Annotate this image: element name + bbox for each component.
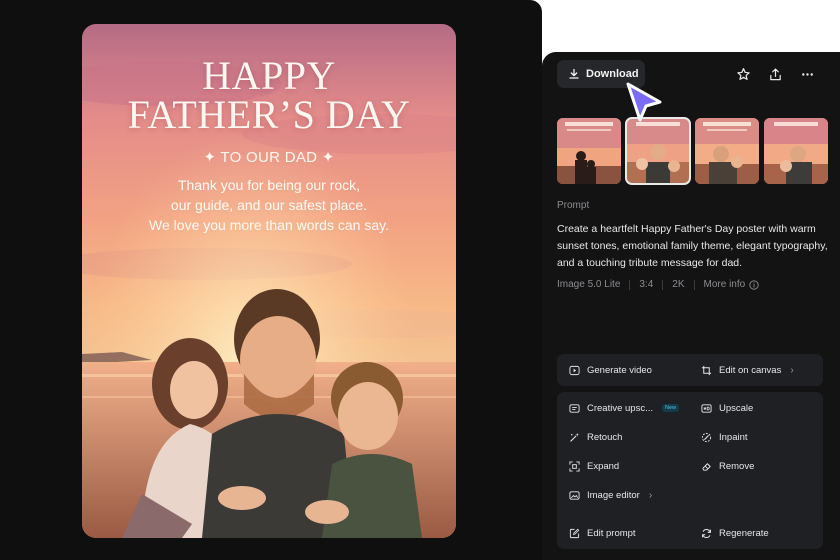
upscale-button[interactable]: Upscale <box>701 398 753 418</box>
more-icon <box>801 72 813 76</box>
poster-message: Thank you for being our rock, our guide,… <box>122 175 416 235</box>
expand-label: Expand <box>587 460 620 472</box>
upscale-label: Upscale <box>719 402 754 414</box>
edit-icon <box>569 528 580 538</box>
regenerate-button[interactable]: Regenerate <box>701 523 769 543</box>
magic-wand-icon <box>570 432 580 442</box>
expand-button[interactable]: Expand <box>569 456 619 476</box>
thumbnail-strip <box>557 117 828 185</box>
creative-upscale-label: Creative upsc... <box>587 402 653 414</box>
aspect-ratio: 3:4 <box>639 279 654 290</box>
poster-subtitle: ✦ TO OUR DAD ✦ <box>203 149 335 166</box>
thumbnail-3[interactable] <box>695 118 759 184</box>
thumbnail-image <box>764 118 828 184</box>
share-icon <box>769 67 781 80</box>
video-canvas-group: Generate video Edit on canvas › <box>557 354 823 386</box>
generate-video-label: Generate video <box>587 364 652 376</box>
retouch-label: Retouch <box>587 431 623 443</box>
chevron-right-icon: › <box>648 489 653 501</box>
poster-title-line1: HAPPY <box>202 53 336 98</box>
edit-prompt-button[interactable]: Edit prompt <box>569 523 636 543</box>
pointer-cursor-icon <box>626 82 662 122</box>
favorite-button[interactable] <box>733 64 753 84</box>
poster-message-line: our guide, and our safest place. <box>170 197 368 213</box>
hd-icon <box>701 403 712 413</box>
poster-preview[interactable]: HAPPY FATHER’S DAY ✦ TO OUR DAD ✦ Thank … <box>82 24 456 538</box>
more-info-link[interactable]: More info <box>704 279 760 290</box>
inpaint-button[interactable]: Inpaint <box>701 427 748 447</box>
meta-divider <box>629 279 631 290</box>
meta-divider <box>693 279 695 290</box>
prompt-text: Create a heartfelt Happy Father's Day po… <box>557 223 828 269</box>
play-icon <box>569 365 580 375</box>
prompt-actions-group: Edit prompt Regenerate <box>557 517 823 549</box>
retouch-button[interactable]: Retouch <box>569 427 622 447</box>
model-name: Image 5.0 Lite <box>557 279 621 290</box>
poster-message-line: Thank you for being our rock, <box>177 177 361 193</box>
expand-icon <box>569 460 580 472</box>
edit-on-canvas-label: Edit on canvas <box>719 364 782 376</box>
image-editor-label: Image editor <box>587 489 640 501</box>
chevron-right-icon: › <box>790 364 794 376</box>
crop-icon <box>701 365 712 375</box>
new-badge: New <box>662 404 680 412</box>
remove-label: Remove <box>719 460 755 472</box>
inpaint-label: Inpaint <box>719 431 748 443</box>
creative-upscale-button[interactable]: Creative upsc... New <box>569 398 680 418</box>
thumbnail-1[interactable] <box>557 118 621 184</box>
refresh-icon <box>702 528 711 538</box>
star-icon <box>736 67 750 80</box>
thumbnail-image <box>695 118 759 184</box>
more-info-label: More info <box>703 279 746 290</box>
share-button[interactable] <box>765 64 785 84</box>
meta-divider <box>662 279 664 290</box>
remove-button[interactable]: Remove <box>701 456 754 476</box>
creative-upscale-icon <box>569 403 580 413</box>
inpaint-icon <box>701 432 712 442</box>
editing-tools-group: Creative upsc... New Upscale Retouch Inp… <box>557 392 823 534</box>
poster-title-line2: FATHER’S DAY <box>127 92 411 137</box>
info-icon <box>749 279 759 290</box>
resolution: 2K <box>672 279 685 290</box>
prompt-label: Prompt <box>557 200 590 211</box>
image-editor-button[interactable]: Image editor › <box>569 485 652 505</box>
poster-message-line: We love you more than words can say. <box>149 217 389 233</box>
download-label: Download <box>586 68 639 80</box>
edit-prompt-label: Edit prompt <box>587 527 636 539</box>
regenerate-label: Regenerate <box>719 527 769 539</box>
download-icon <box>569 68 579 79</box>
image-editor-icon <box>569 490 580 500</box>
eraser-icon <box>702 462 711 471</box>
thumbnail-4[interactable] <box>764 118 828 184</box>
image-meta: Image 5.0 Lite 3:4 2K More info <box>557 279 759 290</box>
details-panel: Download Prompt Create a heartfelt Happy… <box>542 52 840 560</box>
thumbnail-image <box>557 118 621 184</box>
app-screen: HAPPY FATHER’S DAY ✦ TO OUR DAD ✦ Thank … <box>0 0 840 560</box>
more-button[interactable] <box>797 64 817 84</box>
generate-video-button[interactable]: Generate video <box>569 360 652 380</box>
edit-on-canvas-button[interactable]: Edit on canvas › <box>701 360 794 380</box>
